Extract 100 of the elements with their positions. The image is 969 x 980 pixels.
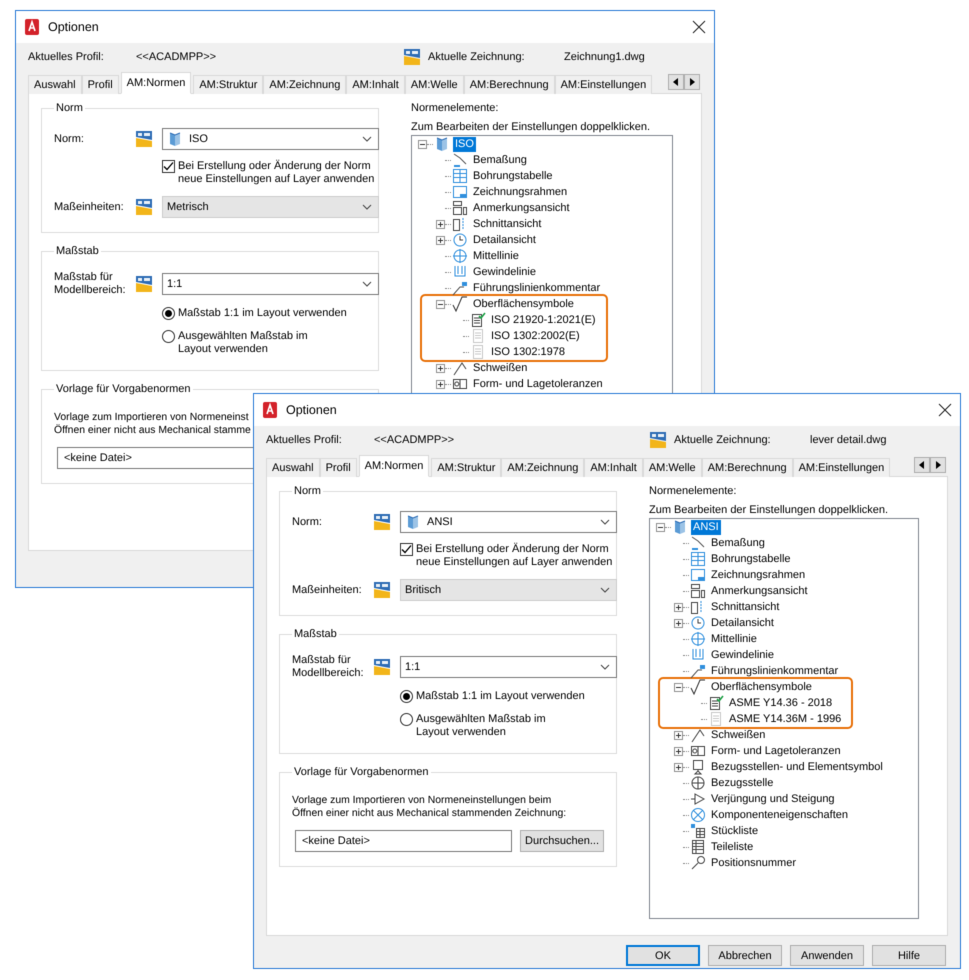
tree-item[interactable]: Oberflächensymbole <box>709 680 814 694</box>
drawing-label: Aktuelle Zeichnung: <box>428 51 526 63</box>
dialog-button[interactable]: Hilfe <box>872 945 946 966</box>
tree-item[interactable]: ISO <box>453 136 476 152</box>
tree-item[interactable]: ASME Y14.36M - 1996 <box>727 712 844 726</box>
expand-toggle-icon[interactable] <box>674 618 683 628</box>
tab[interactable]: AM:Welle <box>404 75 464 94</box>
scroll-left-button[interactable] <box>668 74 684 90</box>
radio-option[interactable]: Ausgewählten Maßstab im Layout verwenden <box>400 713 617 739</box>
leader-icon <box>452 280 468 296</box>
layer-icon <box>372 657 392 677</box>
tab[interactable]: Auswahl <box>28 75 82 94</box>
collapse-toggle-icon[interactable] <box>656 522 665 532</box>
expand-toggle-icon[interactable] <box>436 236 445 244</box>
tree-item[interactable]: Bemaßung <box>709 536 767 550</box>
window-title: Optionen <box>48 20 100 34</box>
scroll-left-button[interactable] <box>914 457 930 473</box>
norm-dropdown[interactable]: ANSI <box>400 511 617 533</box>
tab[interactable]: Profil <box>82 75 119 94</box>
tab[interactable]: AM:Zeichnung <box>263 75 346 94</box>
tab[interactable]: Auswahl <box>266 458 320 477</box>
tree-item[interactable]: Schweißen <box>471 360 530 376</box>
browse-button[interactable]: Durchsuchen... <box>520 830 604 852</box>
tree-item[interactable]: Positionsnummer <box>709 856 798 870</box>
tree-item[interactable]: Bezugsstelle <box>709 776 776 790</box>
dialog-button[interactable]: Anwenden <box>790 945 864 966</box>
tree-item[interactable]: Anmerkungsansicht <box>471 200 572 216</box>
tree-item[interactable]: Teileliste <box>709 840 756 854</box>
tree-item[interactable]: Bohrungstabelle <box>471 168 555 184</box>
dialog-button[interactable]: Abbrechen <box>708 945 782 966</box>
tab[interactable]: AM:Berechnung <box>702 458 793 477</box>
book-icon <box>167 131 183 147</box>
tab[interactable]: AM:Einstellungen <box>792 458 890 477</box>
radio-option[interactable]: Ausgewählten Maßstab im Layout verwenden <box>162 330 379 356</box>
file-field[interactable]: <keine Datei> <box>295 830 512 852</box>
tab[interactable]: AM:Struktur <box>193 75 264 94</box>
tab[interactable]: AM:Normen <box>358 455 430 477</box>
tree-item[interactable]: Mittellinie <box>709 632 759 646</box>
expand-toggle-icon[interactable] <box>436 220 445 228</box>
tree-item[interactable]: Anmerkungsansicht <box>709 584 810 598</box>
tab[interactable]: Profil <box>320 458 357 477</box>
expand-toggle-icon[interactable] <box>674 746 683 756</box>
tab[interactable]: AM:Einstellungen <box>554 75 652 94</box>
tab[interactable]: AM:Struktur <box>431 458 502 477</box>
tree-item[interactable]: Oberflächensymbole <box>471 296 576 312</box>
window-title: Optionen <box>286 403 338 417</box>
layer-checkbox[interactable]: Bei Erstellung oder Änderung der Norm neue Einstellungen auf Layer anwenden <box>400 543 617 569</box>
expand-toggle-icon[interactable] <box>436 380 445 388</box>
tree-item[interactable]: Schweißen <box>709 728 768 742</box>
view-icon <box>452 200 468 216</box>
collapse-toggle-icon[interactable] <box>674 682 683 692</box>
tree-item[interactable]: ISO 21920-1:2021(E) <box>489 312 598 328</box>
close-icon[interactable] <box>938 403 952 417</box>
tree-item[interactable]: Detailansicht <box>709 616 776 630</box>
scale-dropdown[interactable]: 1:1 <box>400 656 617 678</box>
layer-checkbox[interactable]: Bei Erstellung oder Änderung der Norm neue Einstellungen auf Layer anwenden <box>162 160 379 186</box>
tree-item[interactable]: Gewindelinie <box>709 648 776 662</box>
expand-toggle-icon[interactable] <box>436 364 445 372</box>
scroll-right-button[interactable] <box>930 457 946 473</box>
tree-item[interactable]: Führungslinienkommentar <box>709 664 840 678</box>
expand-toggle-icon[interactable] <box>674 730 683 740</box>
collapse-toggle-icon[interactable] <box>418 140 427 148</box>
scale-dropdown[interactable]: 1:1 <box>162 273 379 295</box>
field-label: Maßeinheiten: <box>54 200 125 214</box>
tree-item[interactable]: Form- und Lagetoleranzen <box>709 744 843 758</box>
tree-item[interactable]: Detailansicht <box>471 232 538 248</box>
dialog-button[interactable]: OK <box>626 945 700 966</box>
chevron-icon <box>600 663 610 671</box>
tab[interactable]: AM:Normen <box>120 72 192 94</box>
tree-item[interactable]: Führungslinienkommentar <box>471 280 602 296</box>
tree-item[interactable]: Bohrungstabelle <box>709 552 793 566</box>
expand-toggle-icon[interactable] <box>674 762 683 772</box>
tree-item[interactable]: Komponenteneigenschaften <box>709 808 850 822</box>
radio-option[interactable]: Maßstab 1:1 im Layout verwenden <box>162 307 379 320</box>
tree-item[interactable]: Stückliste <box>709 824 760 838</box>
tree-item[interactable]: Bezugsstellen- und Elementsymbol <box>709 760 885 774</box>
tab[interactable]: AM:Welle <box>642 458 702 477</box>
tree-item[interactable]: Bemaßung <box>471 152 529 168</box>
tree-item[interactable]: ASME Y14.36 - 2018 <box>727 696 834 710</box>
tab[interactable]: AM:Inhalt <box>584 458 643 477</box>
expand-toggle-icon[interactable] <box>674 602 683 612</box>
scroll-right-button[interactable] <box>684 74 700 90</box>
tree-item[interactable]: Gewindelinie <box>471 264 538 280</box>
tab[interactable]: AM:Inhalt <box>346 75 405 94</box>
tree-item[interactable]: ISO 1302:2002(E) <box>489 328 582 344</box>
tree-item[interactable]: Zeichnungsrahmen <box>709 568 808 582</box>
tree-item[interactable]: Zeichnungsrahmen <box>471 184 570 200</box>
norm-dropdown[interactable]: ISO <box>162 128 379 150</box>
tree-item[interactable]: ISO 1302:1978 <box>489 344 568 360</box>
tab[interactable]: AM:Berechnung <box>464 75 555 94</box>
tab[interactable]: AM:Zeichnung <box>501 458 584 477</box>
radio-option[interactable]: Maßstab 1:1 im Layout verwenden <box>400 690 617 703</box>
tree-item[interactable]: Verjüngung und Steigung <box>709 792 837 806</box>
close-icon[interactable] <box>692 20 706 34</box>
collapse-toggle-icon[interactable] <box>436 300 445 308</box>
tree-item[interactable]: Schnittansicht <box>471 216 544 232</box>
tree-item[interactable]: Mittellinie <box>471 248 521 264</box>
tree-item[interactable]: ANSI <box>691 520 721 534</box>
tree-item[interactable]: Schnittansicht <box>709 600 782 614</box>
tree-item[interactable]: Form- und Lagetoleranzen <box>471 376 605 392</box>
